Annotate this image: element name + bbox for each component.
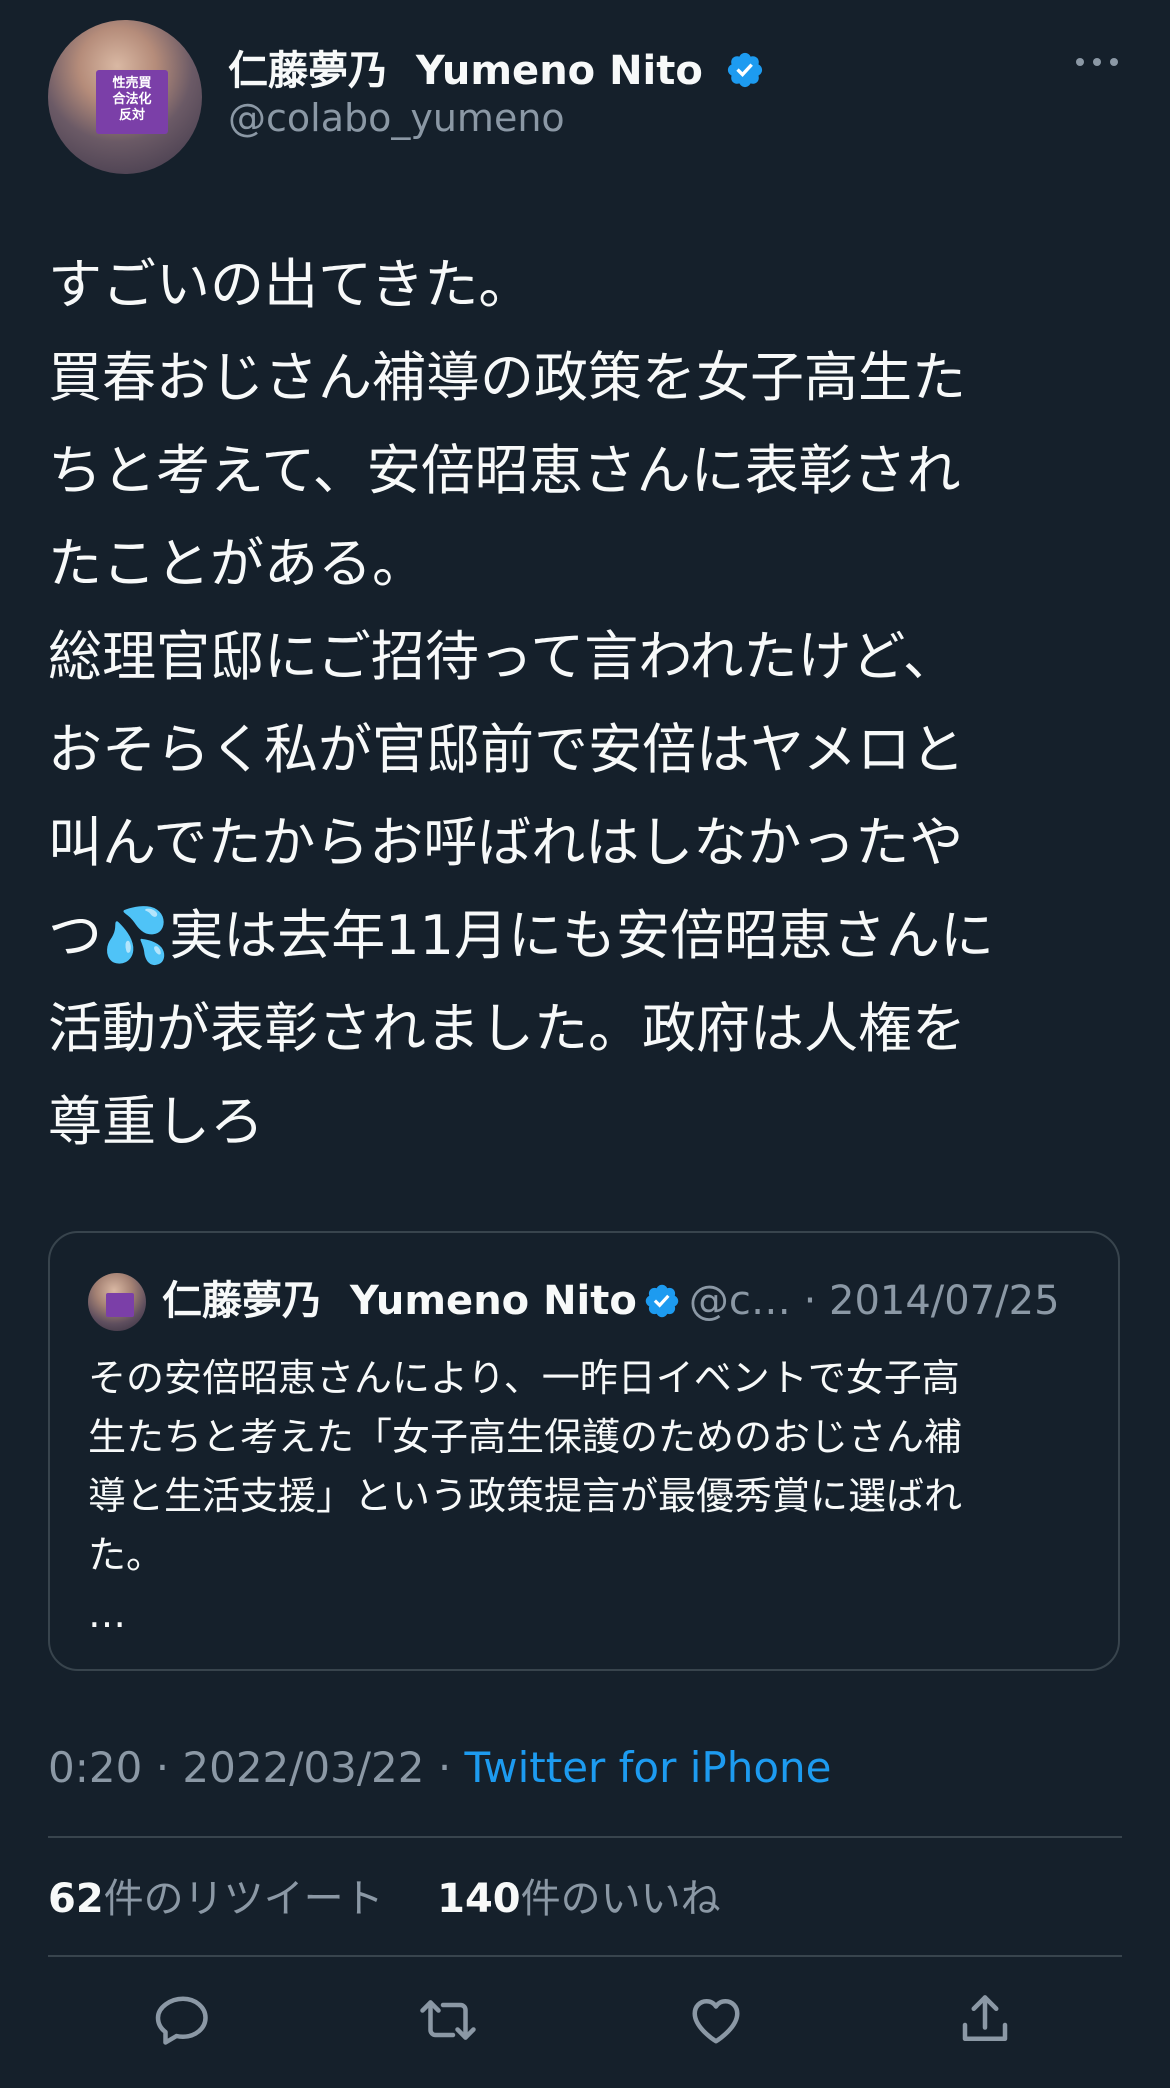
tweet-text-line: 尊重しろ <box>48 1090 264 1153</box>
quoted-author-avatar[interactable] <box>88 1273 146 1331</box>
tweet-text-line: すごいの出てきた。 <box>48 253 533 316</box>
share-icon[interactable] <box>955 1990 1015 2050</box>
quoted-text-line: た。 <box>88 1533 165 1577</box>
avatar-protest-sign: 性売買 合法化 反対 <box>96 70 168 134</box>
more-dots-icon[interactable] <box>1072 42 1122 82</box>
quoted-text-line: その安倍昭恵さんにより、一昨日イベントで女子高 <box>88 1356 960 1400</box>
tweet-date: 2022/03/22 <box>182 1743 425 1792</box>
author-name-row[interactable]: 仁藤夢乃 Yumeno Nito <box>228 38 765 96</box>
tweet-text-line: たことがある。 <box>48 532 426 595</box>
tweet-text-line: 買春おじさん補導の政策を女子高生た <box>48 346 966 409</box>
like-stat[interactable]: 140件のいいね <box>437 1876 721 1922</box>
like-label: 件のいいね <box>520 1876 721 1922</box>
quoted-handle-date: @c… · 2014/07/25 <box>688 1278 1060 1324</box>
like-count: 140 <box>437 1876 521 1922</box>
author-display-name[interactable]: 仁藤夢乃 Yumeno Nito <box>228 48 703 94</box>
quoted-text-line: … <box>88 1592 126 1636</box>
tweet-time: 0:20 <box>48 1743 143 1792</box>
avatar-protest-sign <box>106 1293 134 1317</box>
tweet-text-line: 叫んでたからお呼ばれはしなかったや <box>48 811 964 874</box>
heart-icon[interactable] <box>686 1990 746 2050</box>
retweet-label: 件のリツイート <box>103 1876 384 1922</box>
tweet-stats: 62件のリツイート 140件のいいね <box>48 1866 721 1924</box>
quoted-text-line: 導と生活支援」という政策提言が最優秀賞に選ばれ <box>88 1474 963 1518</box>
reply-icon[interactable] <box>153 1990 213 2050</box>
quoted-tweet-header: 仁藤夢乃 Yumeno Nito @c… · 2014/07/25 <box>162 1273 1060 1329</box>
tweet-text-line: つ💦実は去年11月にも安倍昭恵さんに <box>48 904 994 967</box>
tweet-text-line: ちと考えて、安倍昭恵さんに表彰され <box>48 439 961 502</box>
separator-dot: · <box>155 1743 183 1792</box>
divider <box>48 1955 1122 1957</box>
tweet-text-line: 総理官邸にご招待って言われたけど、 <box>48 625 957 688</box>
tweet-source-link[interactable]: Twitter for iPhone <box>465 1743 832 1792</box>
retweet-icon[interactable] <box>418 1990 478 2050</box>
tweet-text-line: 活動が表彰されました。政府は人権を <box>48 997 966 1060</box>
divider <box>48 1836 1122 1838</box>
retweet-stat[interactable]: 62件のリツイート <box>48 1876 384 1922</box>
separator-dot: · <box>437 1743 465 1792</box>
tweet-text-line: おそらく私が官邸前で安倍はヤメロと <box>48 718 965 781</box>
quoted-tweet-card[interactable]: 仁藤夢乃 Yumeno Nito @c… · 2014/07/25 その安倍昭恵さ… <box>48 1231 1120 1671</box>
quoted-author-name: 仁藤夢乃 Yumeno Nito <box>162 1278 637 1324</box>
author-handle[interactable]: @colabo_yumeno <box>228 96 565 140</box>
author-avatar[interactable]: 性売買 合法化 反対 <box>48 20 202 174</box>
verified-badge-icon <box>643 1282 681 1320</box>
retweet-count: 62 <box>48 1876 104 1922</box>
verified-badge-icon <box>725 50 765 90</box>
tweet-text: すごいの出てきた。 買春おじさん補導の政策を女子高生た ちと考えて、安倍昭恵さん… <box>48 238 1128 1168</box>
quoted-tweet-text: その安倍昭恵さんにより、一昨日イベントで女子高 生たちと考えた「女子高生保護のた… <box>88 1349 1098 1644</box>
tweet-timestamp-line: 0:20 · 2022/03/22 · Twitter for iPhone <box>48 1743 832 1792</box>
quoted-text-line: 生たちと考えた「女子高生保護のためのおじさん補 <box>88 1415 963 1459</box>
